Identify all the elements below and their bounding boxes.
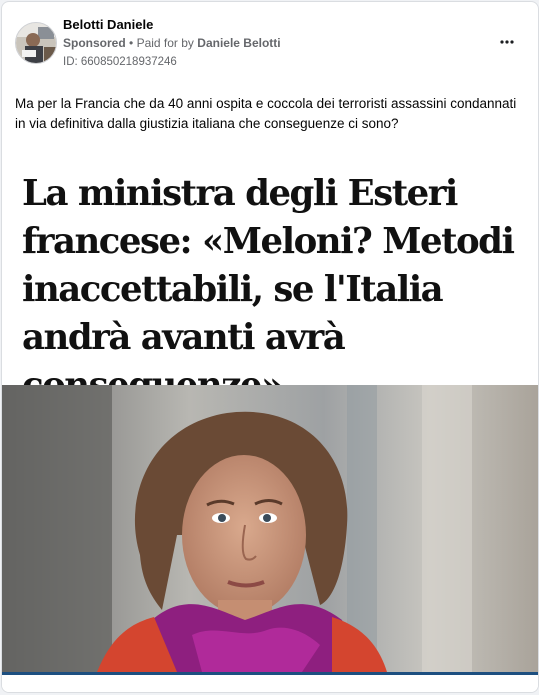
avatar-image	[16, 23, 56, 63]
sponsored-line: Sponsored • Paid for by Daniele Belotti	[63, 36, 281, 50]
post-text: Ma per la Francia che da 40 anni ospita …	[15, 96, 517, 131]
paid-for-name[interactable]: Daniele Belotti	[197, 36, 280, 50]
card-footer	[2, 675, 538, 692]
paid-for-prefix: Paid for by	[136, 36, 194, 50]
sponsored-post-card: Belotti Daniele Sponsored • Paid for by …	[1, 1, 539, 693]
author-name[interactable]: Belotti Daniele	[63, 17, 153, 32]
creative-headline: La ministra degli Esteri francese: «Melo…	[22, 173, 515, 406]
more-options-button[interactable]	[494, 32, 520, 52]
author-avatar[interactable]	[15, 22, 57, 64]
creative-photo[interactable]	[2, 385, 538, 672]
meta-separator: •	[129, 36, 134, 50]
portrait-image	[2, 385, 538, 672]
sponsored-label: Sponsored	[63, 36, 126, 50]
more-options-icon	[500, 40, 514, 44]
ad-id: ID: 660850218937246	[63, 56, 177, 68]
post-header: Belotti Daniele Sponsored • Paid for by …	[2, 2, 538, 82]
